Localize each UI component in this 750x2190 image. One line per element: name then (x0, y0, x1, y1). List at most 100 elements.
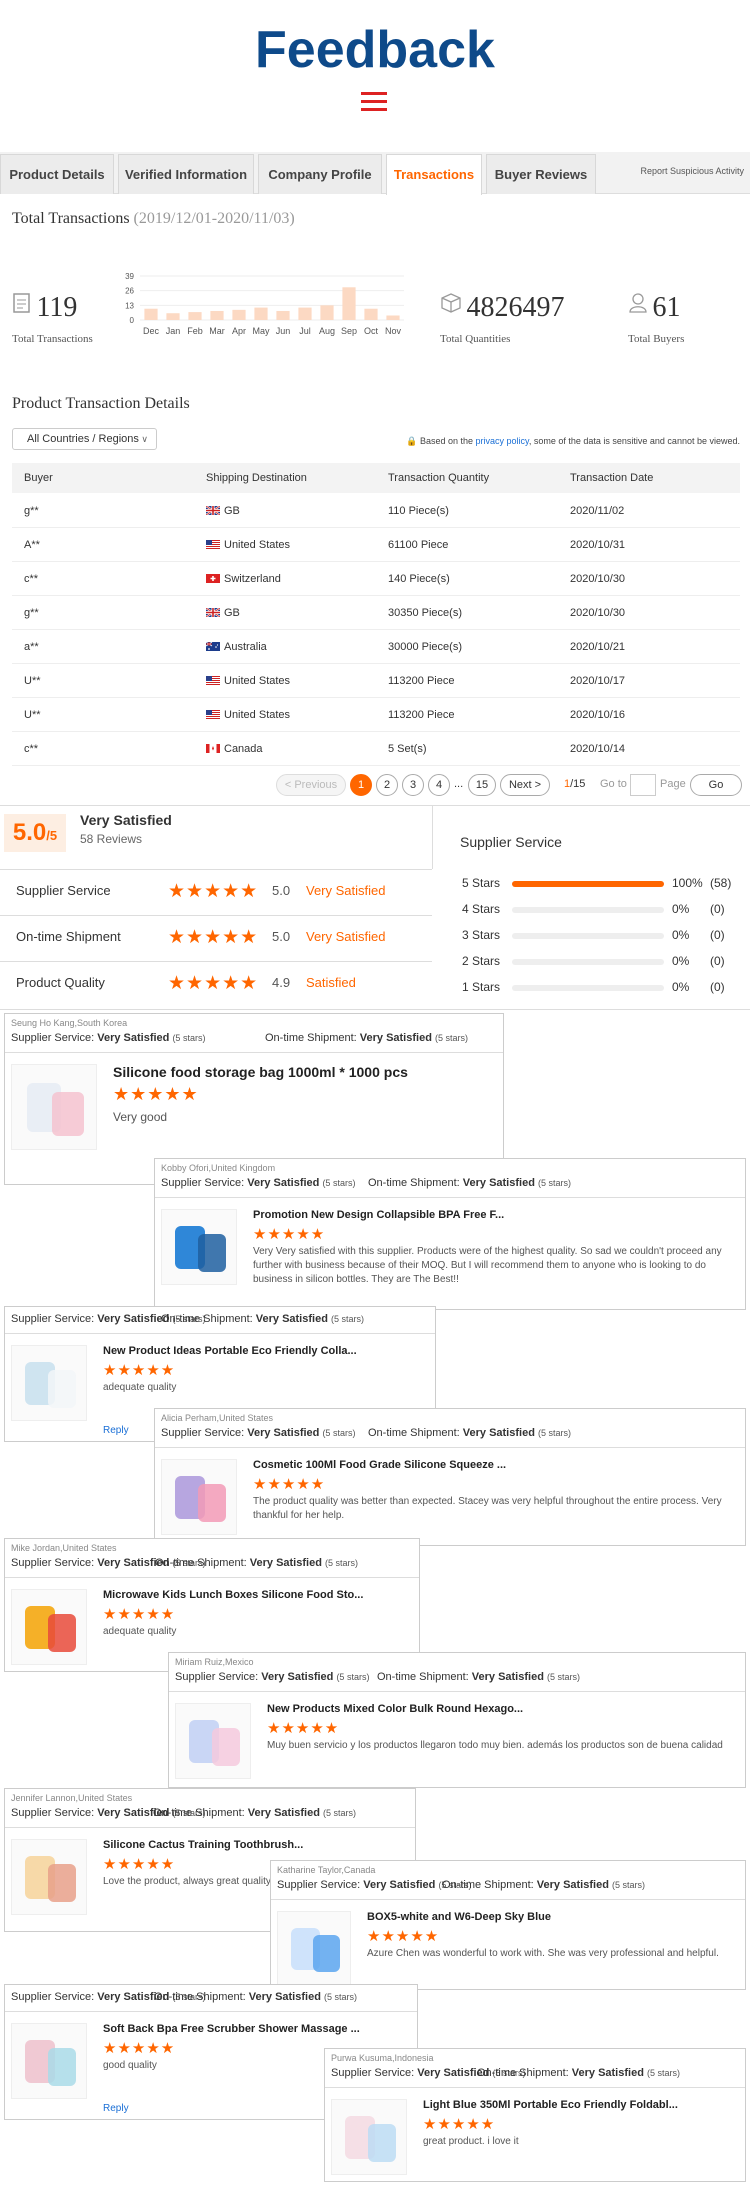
ontime-shipment-rating: On-time Shipment: Very Satisfied (5 star… (377, 1671, 580, 1683)
product-title-link[interactable]: BOX5-white and W6-Deep Sky Blue (367, 1911, 551, 1923)
review-stars-icon: ★★★★★ (113, 1084, 199, 1104)
product-thumbnail[interactable] (277, 1911, 351, 1985)
ontime-shipment-rating: On-time Shipment: Very Satisfied (5 star… (368, 1427, 571, 1439)
review-card: Kobby Ofori,United Kingdom Supplier Servi… (154, 1158, 746, 1310)
flag-gb-icon (206, 505, 224, 517)
page-15-button[interactable]: 15 (468, 774, 496, 796)
country-region-select[interactable]: All Countries / Regions ∨ (12, 428, 157, 450)
product-title-link[interactable]: Light Blue 350Ml Portable Eco Friendly F… (423, 2099, 678, 2111)
ontime-label: On-time Shipment: (154, 1991, 246, 2003)
reply-link[interactable]: Reply (103, 1425, 129, 1436)
reply-link[interactable]: Reply (103, 2103, 129, 2114)
supplier-service-stars: (5 stars) (336, 1672, 370, 1682)
total-quantities-value: 4826497 (466, 292, 565, 323)
privacy-policy-link[interactable]: privacy policy (476, 436, 529, 446)
date-cell: 2020/10/21 (570, 641, 626, 653)
product-thumbnail[interactable] (11, 1839, 87, 1915)
x-tick-label: Feb (187, 326, 203, 336)
product-title-link[interactable]: Silicone food storage bag 1000ml * 1000 … (113, 1064, 408, 1080)
page-4-button[interactable]: 4 (428, 774, 450, 796)
quantity-cell: 140 Piece(s) (388, 573, 450, 585)
bar-may (254, 307, 268, 320)
product-title-link[interactable]: New Products Mixed Color Bulk Round Hexa… (267, 1703, 523, 1715)
date-cell: 2020/10/16 (570, 709, 626, 721)
product-thumbnail[interactable] (11, 1064, 97, 1150)
supplier-service-stars: (5 stars) (172, 1033, 206, 1043)
ontime-value: Very Satisfied (536, 1879, 609, 1891)
product-thumbnail[interactable] (161, 1209, 237, 1285)
product-title-link[interactable]: Cosmetic 100Ml Food Grade Silicone Squee… (253, 1459, 506, 1471)
report-suspicious-link[interactable]: Report Suspicious Activity (640, 166, 744, 176)
review-text: Very good (113, 1110, 168, 1124)
total-buyers-value: 61 (652, 292, 681, 323)
goto-page-input[interactable] (630, 774, 656, 796)
product-thumbnail[interactable] (11, 2023, 87, 2099)
supplier-service-rating: Supplier Service: Very Satisfied (5 star… (161, 1177, 355, 1189)
transactions-stat: 119 (12, 292, 77, 324)
ontime-value: Very Satisfied (247, 1807, 320, 1819)
tab-transactions[interactable]: Transactions (386, 154, 482, 195)
product-title-link[interactable]: Silicone Cactus Training Toothbrush... (103, 1839, 303, 1851)
flag-au-icon (206, 641, 224, 653)
tab-buyer-reviews[interactable]: Buyer Reviews (486, 154, 596, 194)
date-cell: 2020/10/30 (570, 607, 626, 619)
buyer-cell: c** (24, 743, 39, 755)
product-thumbnail[interactable] (11, 1589, 87, 1665)
product-thumbnail[interactable] (175, 1703, 251, 1779)
lock-icon: 🔒 (406, 436, 418, 446)
tab-verified-information[interactable]: Verified Information (118, 154, 254, 194)
bar-nov (386, 315, 400, 320)
table-row: U** United States 113200 Piece 2020/10/17 (12, 664, 740, 698)
table-header: Buyer Shipping Destination Transaction Q… (12, 463, 740, 493)
bar-jan (166, 313, 180, 320)
next-button[interactable]: Next > (500, 774, 550, 796)
page-3-button[interactable]: 3 (402, 774, 424, 796)
previous-button[interactable]: < Previous (276, 774, 346, 796)
ontime-label: On-time Shipment: (153, 1807, 245, 1819)
rating-category-row: On-time Shipment ★★★★★ 5.0 Very Satisfied (0, 915, 432, 961)
buyer-cell: A** (24, 539, 40, 551)
overall-score: 5.0/5 (4, 814, 66, 852)
ontime-stars: (5 stars) (330, 1314, 364, 1324)
supplier-service-label: Supplier Service: (11, 1313, 95, 1325)
supplier-service-title: Supplier Service (460, 834, 562, 850)
supplier-service-label: Supplier Service: (161, 1427, 245, 1439)
page-1-button[interactable]: 1 (350, 774, 372, 796)
star-rating-icon: ★★★★★ (168, 927, 259, 948)
date-cell: 2020/10/31 (570, 539, 626, 551)
review-stars-icon: ★★★★★ (103, 2040, 176, 2057)
x-tick-label: Nov (385, 326, 402, 336)
tab-product-details[interactable]: Product Details (0, 154, 114, 194)
tab-company-profile[interactable]: Company Profile (258, 154, 382, 194)
product-title-link[interactable]: Soft Back Bpa Free Scrubber Shower Massa… (103, 2023, 360, 2035)
x-tick-label: May (252, 326, 270, 336)
star-count: (0) (710, 980, 725, 994)
supplier-service-rating: Supplier Service: Very Satisfied (5 star… (11, 1032, 205, 1044)
product-thumbnail[interactable] (11, 1345, 87, 1421)
reviewer-name: Kobby Ofori,United Kingdom (161, 1163, 276, 1173)
product-title-link[interactable]: Promotion New Design Collapsible BPA Fre… (253, 1209, 504, 1221)
product-title-link[interactable]: Microwave Kids Lunch Boxes Silicone Food… (103, 1589, 363, 1601)
rating-category-row: Product Quality ★★★★★ 4.9 Satisfied (0, 961, 432, 1007)
flag-ca-icon (206, 743, 224, 755)
review-stars-icon: ★★★★★ (103, 1856, 176, 1873)
date-cell: 2020/11/02 (570, 505, 625, 517)
product-thumbnail[interactable] (161, 1459, 237, 1535)
page-2-button[interactable]: 2 (376, 774, 398, 796)
destination-cell: GB (206, 494, 240, 528)
star-bar-fill (512, 881, 664, 887)
ontime-value: Very Satisfied (571, 2067, 644, 2079)
card-divider (5, 2011, 417, 2012)
x-tick-label: Jan (166, 326, 181, 336)
product-thumbnail[interactable] (331, 2099, 407, 2175)
star-percent: 100% (672, 876, 703, 890)
ontime-shipment-rating: On-time Shipment: Very Satisfied (5 star… (154, 1991, 357, 2003)
supplier-service-value: Very Satisfied (97, 1032, 170, 1044)
review-stars-icon: ★★★★★ (423, 2116, 496, 2133)
hamburger-menu-icon[interactable] (361, 92, 387, 112)
go-button[interactable]: Go (690, 774, 742, 796)
ontime-value: Very Satisfied (471, 1671, 544, 1683)
product-title-link[interactable]: New Product Ideas Portable Eco Friendly … (103, 1345, 357, 1357)
ontime-stars: (5 stars) (611, 1880, 645, 1890)
x-tick-label: Mar (209, 326, 225, 336)
